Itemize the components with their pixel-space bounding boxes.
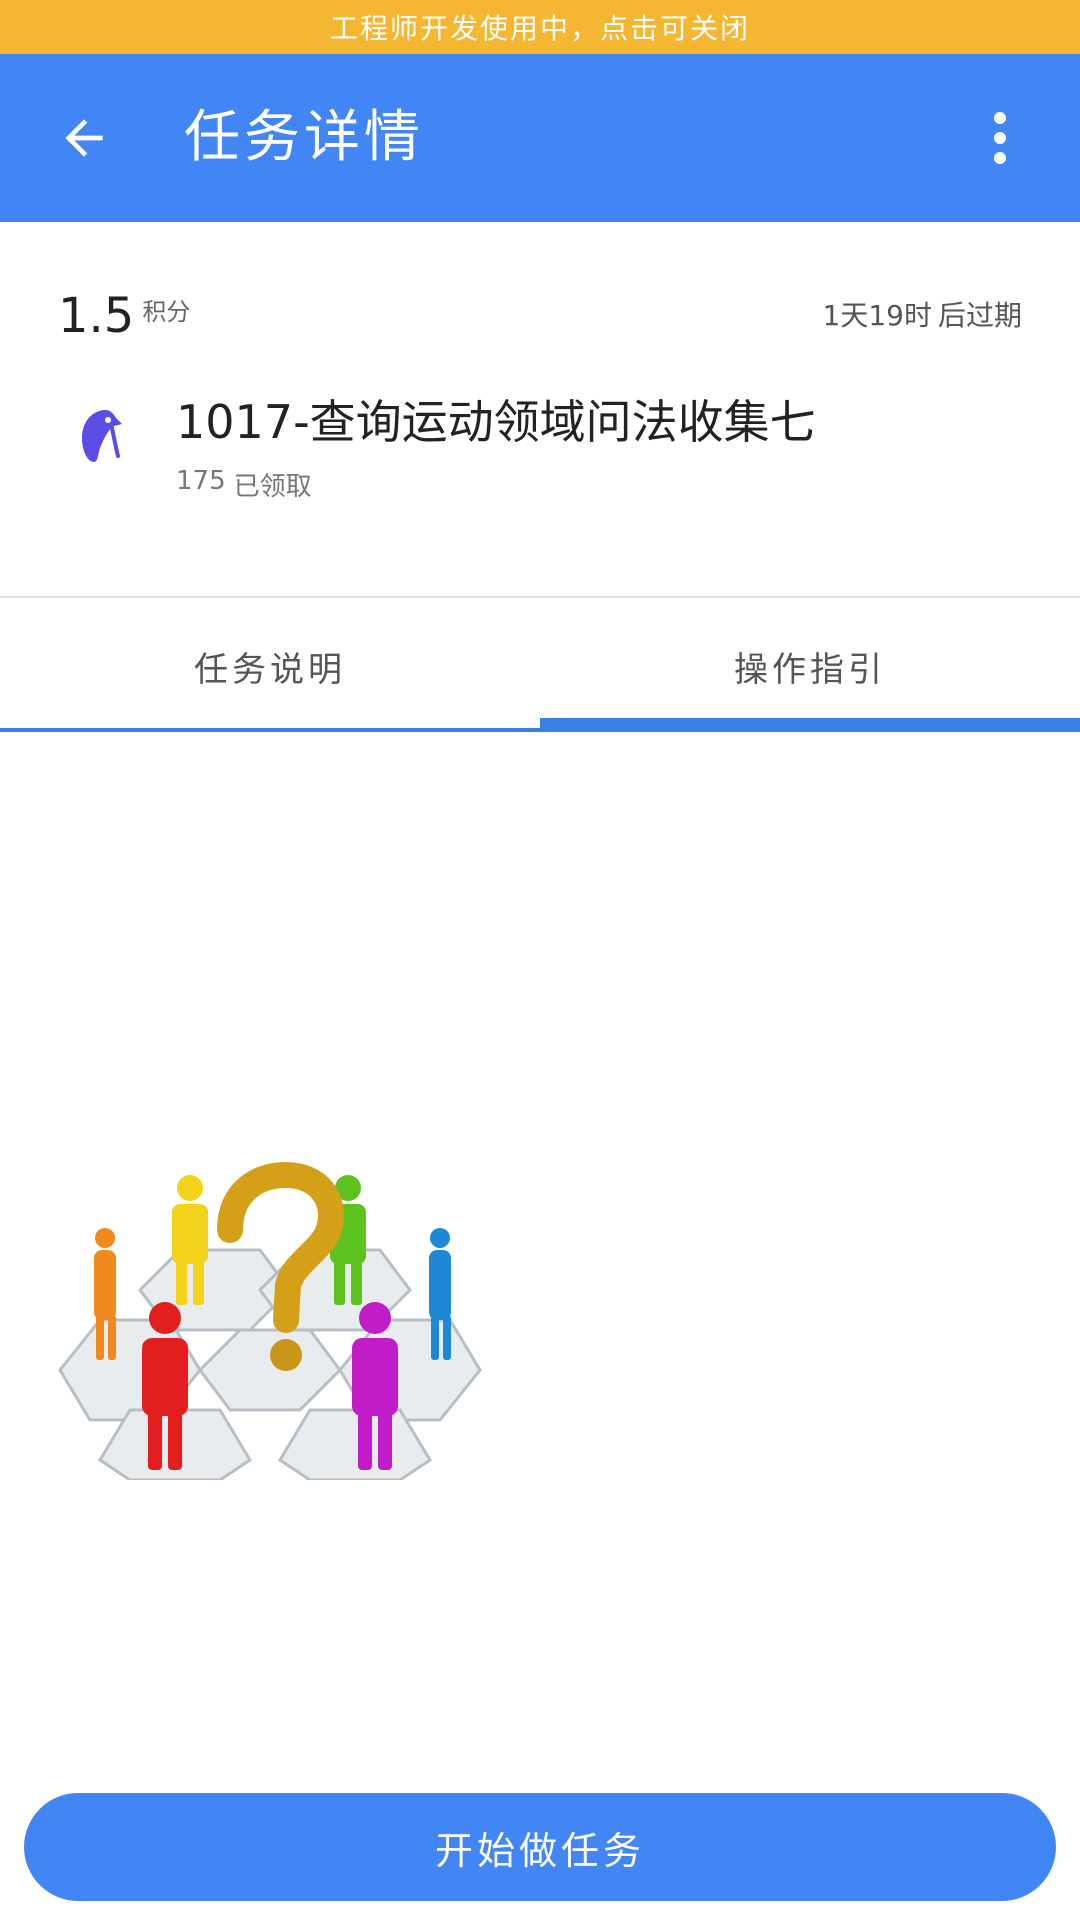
expire-info: 1天19时 后过期 xyxy=(823,294,1022,334)
people-question-illustration xyxy=(58,1161,482,1480)
tab-label: 操作指引 xyxy=(734,649,886,690)
tab-underline xyxy=(0,728,540,732)
points-value: 1.5 xyxy=(58,288,135,344)
tab-operation-guide[interactable]: 操作指引 xyxy=(540,598,1080,734)
claimed-label: 已领取 xyxy=(233,472,312,502)
more-options-button[interactable] xyxy=(956,94,1044,182)
penguin-icon xyxy=(82,410,122,462)
tab-task-description[interactable]: 任务说明 xyxy=(0,598,540,734)
task-title: 1017-查询运动领域问法收集七 xyxy=(176,395,816,449)
task-points: 1.5 积分 xyxy=(58,288,190,344)
tab-active-indicator xyxy=(540,718,1080,732)
claimed-count: 175 xyxy=(176,466,226,496)
dev-banner-text: 工程师开发使用中，点击可关闭 xyxy=(329,12,750,45)
expire-suffix: 后过期 xyxy=(937,299,1022,332)
expire-time: 1天19时 xyxy=(822,299,932,332)
dev-mode-banner[interactable]: 工程师开发使用中，点击可关闭 xyxy=(0,0,1080,54)
claimed-info: 175 已领取 xyxy=(176,466,312,503)
tab-bar: 任务说明 操作指引 xyxy=(0,598,1080,734)
more-vertical-icon xyxy=(994,112,1006,164)
arrow-left-icon xyxy=(65,119,103,157)
page-title: 任务详情 xyxy=(184,105,424,170)
task-header-card: 1.5 积分 1天19时 后过期 1017-查询运动领域问法收集七 175 已领… xyxy=(0,222,1080,597)
back-button[interactable] xyxy=(40,94,128,182)
start-task-button[interactable]: 开始做任务 xyxy=(24,1793,1056,1901)
tab-label: 任务说明 xyxy=(194,649,346,690)
points-unit: 积分 xyxy=(142,298,191,326)
app-bar: 任务详情 xyxy=(0,54,1080,222)
start-task-label: 开始做任务 xyxy=(434,1828,645,1873)
